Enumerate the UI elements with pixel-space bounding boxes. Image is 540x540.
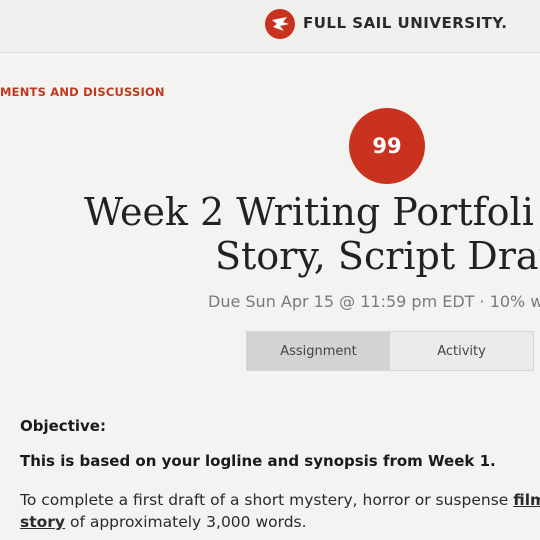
paragraph-prefix: To complete a first draft of a short mys… [20,491,514,509]
title-line-2: Story, Script Draf [215,234,540,278]
tab-assignment[interactable]: Assignment [247,332,390,370]
breadcrumb-section-link[interactable]: MENTS AND DISCUSSION [0,85,165,99]
paragraph-line-1: To complete a first draft of a short mys… [20,489,540,511]
paragraph-suffix: of approximately 3,000 words. [65,513,307,531]
based-on-text: This is based on your logline and synops… [20,452,496,470]
film-link[interactable]: film [513,491,540,509]
top-header: FULL SAIL UNIVERSITY. [0,0,540,53]
brand-name[interactable]: FULL SAIL UNIVERSITY. [303,14,507,32]
full-sail-logo-icon[interactable] [265,9,295,39]
score-badge: 99 [349,108,425,184]
objective-paragraph: To complete a first draft of a short mys… [20,489,540,533]
due-date-text: Due Sun Apr 15 @ 11:59 pm EDT · 10% wei [208,292,540,311]
tab-activity[interactable]: Activity [390,332,533,370]
story-link[interactable]: story [20,513,65,531]
objective-heading: Objective: [20,417,106,435]
paragraph-line-2: story of approximately 3,000 words. [20,511,540,533]
assignment-tabs: Assignment Activity [246,331,534,371]
title-line-1: Week 2 Writing Portfoli [84,190,534,234]
page-title: Week 2 Writing Portfoli Story, Script Dr… [84,190,540,278]
